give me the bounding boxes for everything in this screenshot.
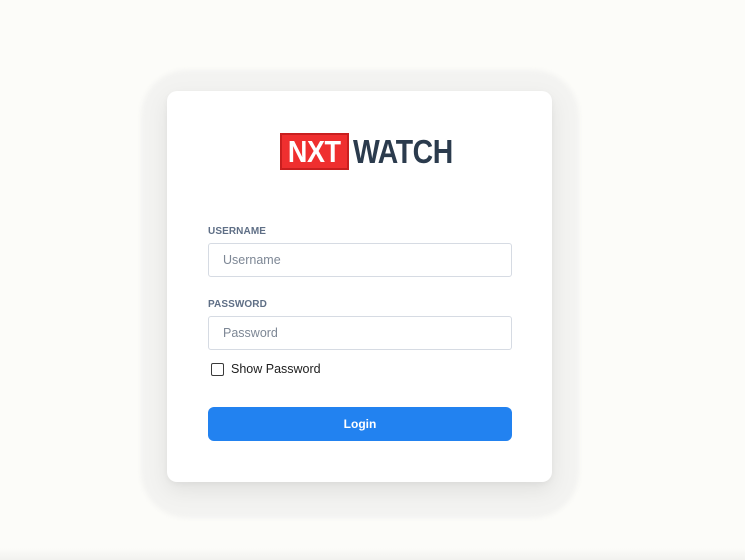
login-button[interactable]: Login bbox=[208, 407, 512, 441]
nxt-watch-logo: NXT WATCH bbox=[280, 132, 469, 170]
show-password-checkbox[interactable] bbox=[211, 362, 224, 376]
login-page: NXT WATCH USERNAME PASSWORD Show Passwor… bbox=[0, 0, 745, 560]
login-card: NXT WATCH USERNAME PASSWORD Show Passwor… bbox=[167, 91, 552, 482]
logo-red-box: NXT bbox=[280, 132, 349, 170]
show-password-toggle[interactable]: Show Password bbox=[211, 361, 321, 377]
password-input[interactable] bbox=[208, 316, 512, 350]
username-input[interactable] bbox=[208, 243, 512, 277]
show-password-label[interactable]: Show Password bbox=[231, 362, 321, 376]
username-label: USERNAME bbox=[208, 226, 267, 237]
logo-nxt-text: NXT bbox=[287, 133, 341, 169]
bottom-band bbox=[0, 548, 745, 560]
logo-watch-text: WATCH bbox=[352, 132, 453, 170]
password-label: PASSWORD bbox=[208, 299, 267, 310]
